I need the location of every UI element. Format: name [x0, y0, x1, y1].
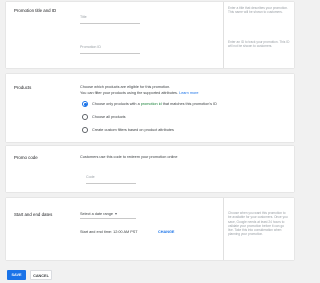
promo-code-card: Promo code Customers use this code to re… [6, 146, 294, 192]
promo-code-description: Customers use this code to redeem your p… [80, 155, 178, 159]
products-card: Products Choose which products are eligi… [6, 74, 294, 142]
dates-help-text: Choose when you want this promotion to b… [228, 211, 288, 237]
products-heading: Products [14, 85, 32, 90]
option-custom-filters-label: Create custom filters based on product a… [92, 128, 174, 132]
products-filter-description: You can filter your products using the s… [80, 91, 199, 95]
chevron-down-icon [114, 213, 117, 215]
date-range-value: Select a date range [80, 212, 113, 216]
dates-card: Start and end dates Select a date range … [6, 198, 294, 260]
promotion-title-card: Promotion title and ID Title Promotion I… [6, 2, 294, 68]
date-range-underline [80, 218, 136, 219]
save-button[interactable]: SAVE [7, 270, 26, 280]
products-description: Choose which products are eligible for t… [80, 85, 171, 89]
id-help-text: Enter an ID to track your promotion. Thi… [228, 40, 290, 49]
title-field-label: Title [80, 15, 87, 19]
start-end-time-text: Start and end time: 12:00 AM PST [80, 230, 138, 234]
cancel-button[interactable]: CANCEL [30, 270, 52, 280]
code-field-label: Code [86, 175, 95, 179]
promotion-title-heading: Promotion title and ID [14, 8, 57, 13]
radio-promotion-id[interactable] [82, 101, 88, 107]
code-input[interactable] [86, 183, 136, 184]
dates-heading: Start and end dates [14, 212, 53, 217]
change-time-link[interactable]: CHANGE [158, 230, 174, 234]
option-all-products-label: Choose all products [92, 115, 126, 119]
promo-code-heading: Promo code [14, 155, 38, 160]
title-help-text: Enter a title that describes your promot… [228, 6, 288, 15]
help-divider [223, 198, 224, 260]
date-range-select[interactable]: Select a date range [80, 212, 117, 216]
promotion-id-input[interactable] [80, 53, 140, 54]
option-promotion-id-label: Choose only products with a promotion id… [92, 102, 217, 106]
promotion-id-field-label: Promotion ID [80, 45, 101, 49]
help-divider [223, 2, 224, 68]
radio-custom-filters[interactable] [82, 127, 88, 133]
radio-all-products[interactable] [82, 114, 88, 120]
products-filter-text: You can filter your products using the s… [80, 91, 179, 95]
learn-more-link[interactable]: Learn more [179, 91, 198, 95]
title-input[interactable] [80, 23, 140, 24]
